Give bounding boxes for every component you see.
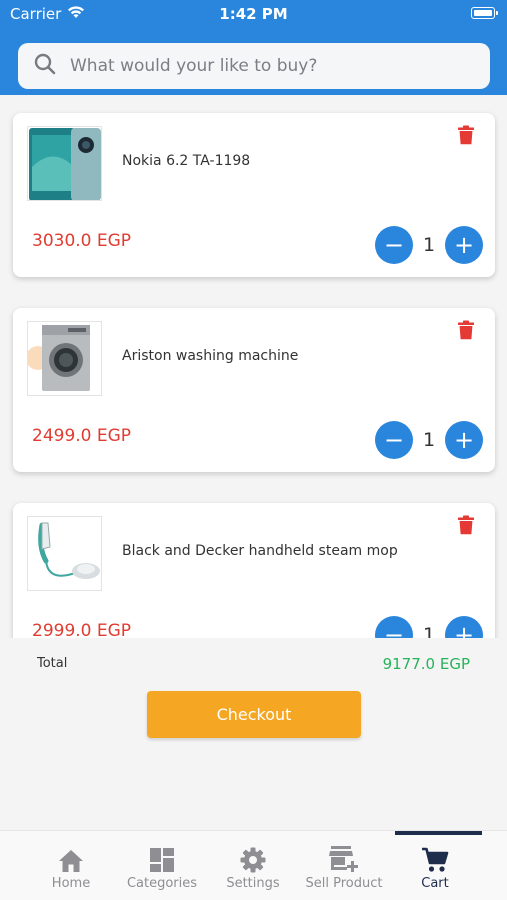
trash-icon[interactable]	[457, 125, 475, 145]
product-price: 2499.0 EGP	[32, 426, 132, 446]
search-icon	[34, 53, 56, 79]
quantity-value: 1	[422, 429, 436, 451]
search-input[interactable]	[70, 56, 450, 76]
app-header: Carrier 1:42 PM	[0, 0, 507, 95]
cart-icon	[390, 845, 480, 873]
tab-label: Home	[51, 876, 91, 891]
quantity-stepper: − 1 +	[375, 226, 483, 264]
quantity-stepper: − 1 +	[375, 616, 483, 638]
search-bar[interactable]	[18, 43, 490, 89]
tab-home[interactable]: Home	[26, 845, 116, 891]
cart-list[interactable]: Nokia 6.2 TA-1198 3030.0 EGP − 1 + Arist…	[0, 95, 507, 638]
tab-label: Sell Product	[305, 876, 383, 891]
checkout-button[interactable]: Checkout	[147, 691, 361, 738]
active-tab-indicator	[395, 831, 482, 835]
product-price: 2999.0 EGP	[32, 621, 132, 638]
product-image-phone[interactable]	[27, 126, 102, 201]
cart-item: Black and Decker handheld steam mop 2999…	[13, 503, 495, 638]
cart-item: Nokia 6.2 TA-1198 3030.0 EGP − 1 +	[13, 113, 495, 277]
product-name: Ariston washing machine	[122, 348, 299, 364]
store-add-icon	[299, 845, 389, 873]
product-price: 3030.0 EGP	[32, 231, 132, 251]
product-name: Nokia 6.2 TA-1198	[122, 153, 251, 169]
tab-categories[interactable]: Categories	[117, 845, 207, 891]
decrement-button[interactable]: −	[375, 421, 413, 459]
home-icon	[26, 845, 116, 873]
increment-button[interactable]: +	[445, 421, 483, 459]
quantity-stepper: − 1 +	[375, 421, 483, 459]
tab-bar: Home Categories Settings Sell Product Ca…	[0, 830, 507, 900]
total-label: Total	[37, 656, 68, 671]
tab-settings[interactable]: Settings	[208, 845, 298, 891]
trash-icon[interactable]	[457, 320, 475, 340]
battery-icon	[471, 7, 498, 19]
gear-icon	[208, 845, 298, 873]
cart-item: Ariston washing machine 2499.0 EGP − 1 +	[13, 308, 495, 472]
tab-sell-product[interactable]: Sell Product	[299, 845, 389, 891]
tab-label: Cart	[421, 876, 449, 891]
product-image-washing-machine[interactable]	[27, 321, 102, 396]
increment-button[interactable]: +	[445, 226, 483, 264]
status-bar: Carrier 1:42 PM	[0, 0, 507, 28]
status-time: 1:42 PM	[219, 5, 288, 23]
trash-icon[interactable]	[457, 515, 475, 535]
increment-button[interactable]: +	[445, 616, 483, 638]
total-value: 9177.0 EGP	[382, 655, 470, 673]
decrement-button[interactable]: −	[375, 226, 413, 264]
tab-label: Categories	[126, 876, 198, 891]
quantity-value: 1	[422, 234, 436, 256]
product-image-steam-mop[interactable]	[27, 516, 102, 591]
categories-icon	[117, 845, 207, 873]
quantity-value: 1	[422, 624, 436, 638]
decrement-button[interactable]: −	[375, 616, 413, 638]
tab-cart[interactable]: Cart	[390, 845, 480, 891]
tab-label: Settings	[226, 876, 280, 891]
product-name: Black and Decker handheld steam mop	[122, 543, 398, 559]
